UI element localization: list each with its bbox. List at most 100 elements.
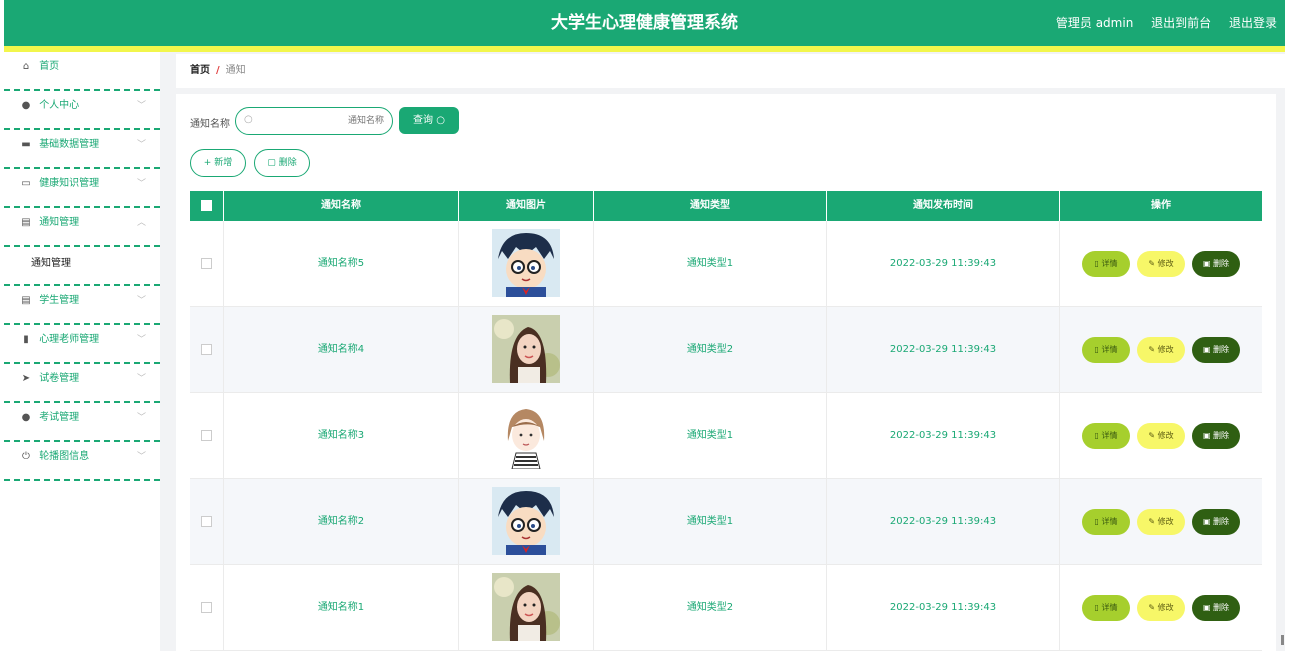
- add-button[interactable]: + 新增: [190, 149, 246, 177]
- edit-label: 修改: [1157, 259, 1174, 268]
- edit-button[interactable]: ✎ 修改: [1137, 337, 1185, 363]
- edit-button[interactable]: ✎ 修改: [1137, 251, 1185, 277]
- edit-label: 修改: [1157, 603, 1174, 612]
- sidebar-subitem-notice[interactable]: 通知管理: [4, 247, 160, 286]
- sidebar-item-papers[interactable]: ➤ 试卷管理 ﹀: [4, 364, 160, 403]
- breadcrumb: 首页 / 通知: [176, 54, 1290, 88]
- row-checkbox[interactable]: [201, 515, 212, 527]
- notice-name: 通知名称4: [224, 307, 459, 393]
- sidebar-item-label: 健康知识管理: [39, 178, 100, 189]
- chevron-down-icon: ﹀: [136, 374, 146, 384]
- sidebar-item-label: 基础数据管理: [39, 139, 100, 150]
- detail-button[interactable]: ▯ 详情: [1082, 423, 1130, 449]
- detail-label: 详情: [1101, 517, 1118, 526]
- sidebar-item-basic-data[interactable]: ▬ 基础数据管理 ﹀: [4, 130, 160, 169]
- row-checkbox[interactable]: [201, 601, 212, 613]
- table-header: 通知名称 通知图片 通知类型 通知发布时间 操作: [190, 191, 1262, 221]
- row-checkbox[interactable]: [201, 429, 212, 441]
- delete-button[interactable]: ▣ 删除: [1192, 337, 1240, 363]
- detail-label: 详情: [1101, 345, 1118, 354]
- girl-photo-image: [492, 573, 560, 641]
- sidebar: ⌂ 首页 ● 个人中心 ﹀ ▬ 基础数据管理 ﹀ ▭ 健康知识管理 ﹀ ▤ 通知…: [4, 52, 160, 651]
- sidebar-item-exams[interactable]: ● 考试管理 ﹀: [4, 403, 160, 442]
- row-checkbox[interactable]: [201, 343, 212, 355]
- sidebar-item-notice[interactable]: ▤ 通知管理 ︿: [4, 208, 160, 247]
- row-checkbox-cell: [190, 393, 224, 479]
- notice-type: 通知类型1: [594, 393, 827, 479]
- clipboard-icon: ▤: [21, 217, 31, 228]
- sidebar-item-label: 试卷管理: [39, 373, 80, 384]
- breadcrumb-home[interactable]: 首页: [190, 65, 210, 76]
- admin-label[interactable]: 管理员 admin: [1056, 16, 1133, 30]
- detail-label: 详情: [1101, 603, 1118, 612]
- notice-type: 通知类型1: [594, 479, 827, 565]
- search-label: 通知名称: [190, 119, 230, 130]
- sketch-girl-image: [492, 401, 560, 469]
- table-row: 通知名称5 通知类型1 2022-03-29 11:39:43 ▯ 详情 ✎ 修…: [190, 221, 1262, 307]
- girl-photo-image: [492, 315, 560, 383]
- column-header: 通知名称: [224, 191, 459, 221]
- sidebar-item-students[interactable]: ▤ 学生管理 ﹀: [4, 286, 160, 325]
- sidebar-item-teachers[interactable]: ▮ 心理老师管理 ﹀: [4, 325, 160, 364]
- sidebar-item-health-knowledge[interactable]: ▭ 健康知识管理 ﹀: [4, 169, 160, 208]
- delete-label: 删除: [1213, 517, 1230, 526]
- send-icon: ➤: [21, 373, 31, 384]
- scrollbar[interactable]: [1281, 635, 1284, 645]
- edit-button[interactable]: ✎ 修改: [1137, 595, 1185, 621]
- trash-icon: ▣: [1202, 603, 1211, 612]
- delete-label: 删除: [1213, 259, 1230, 268]
- detail-button[interactable]: ▯ 详情: [1082, 337, 1130, 363]
- delete-button[interactable]: ▣ 删除: [1192, 595, 1240, 621]
- sidebar-item-profile[interactable]: ● 个人中心 ﹀: [4, 91, 160, 130]
- sidebar-item-label: 学生管理: [39, 295, 80, 306]
- notice-image-cell: [459, 221, 594, 307]
- search-field[interactable]: ○: [235, 107, 393, 135]
- cartoon-boy-image: [492, 229, 560, 297]
- delete-label: 删除: [1213, 431, 1230, 440]
- row-checkbox[interactable]: [201, 257, 212, 269]
- chevron-down-icon: ﹀: [136, 452, 146, 462]
- select-all-checkbox[interactable]: [201, 199, 212, 211]
- detail-button[interactable]: ▯ 详情: [1082, 251, 1130, 277]
- add-button-label: 新增: [214, 158, 233, 168]
- notice-name: 通知名称5: [224, 221, 459, 307]
- notice-type: 通知类型1: [594, 221, 827, 307]
- plus-icon: +: [203, 158, 212, 168]
- sidebar-item-carousel[interactable]: ⏻ 轮播图信息 ﹀: [4, 442, 160, 481]
- table-row: 通知名称2 通知类型1 2022-03-29 11:39:43 ▯ 详情 ✎ 修…: [190, 479, 1262, 565]
- delete-button[interactable]: ▣ 删除: [1192, 423, 1240, 449]
- detail-label: 详情: [1101, 431, 1118, 440]
- edit-label: 修改: [1157, 431, 1174, 440]
- row-actions: ▯ 详情 ✎ 修改 ▣ 删除: [1060, 479, 1262, 565]
- notice-image-cell: [459, 393, 594, 479]
- notice-image-cell: [459, 565, 594, 651]
- pencil-icon: ✎: [1148, 517, 1156, 526]
- search-input[interactable]: [260, 112, 386, 130]
- pencil-icon: ✎: [1148, 259, 1156, 268]
- notice-name: 通知名称1: [224, 565, 459, 651]
- notice-table: 通知名称 通知图片 通知类型 通知发布时间 操作 通知名称5 通知类型1 202…: [190, 191, 1262, 651]
- detail-button[interactable]: ▯ 详情: [1082, 595, 1130, 621]
- back-to-front-link[interactable]: 退出到前台: [1151, 16, 1211, 30]
- chevron-up-icon: ︿: [136, 218, 146, 228]
- table-row: 通知名称3 通知类型1 2022-03-29 11:39:43 ▯ 详情 ✎ 修…: [190, 393, 1262, 479]
- cartoon-boy-image: [492, 487, 560, 555]
- delete-button[interactable]: ▣ 删除: [1192, 509, 1240, 535]
- logout-link[interactable]: 退出登录: [1229, 16, 1277, 30]
- delete-button[interactable]: ▣ 删除: [1192, 251, 1240, 277]
- trash-icon: ▢: [267, 158, 276, 168]
- notice-type: 通知类型2: [594, 565, 827, 651]
- edit-button[interactable]: ✎ 修改: [1137, 509, 1185, 535]
- column-header: 通知类型: [594, 191, 827, 221]
- search-button[interactable]: 查询 ○: [399, 107, 459, 134]
- sidebar-item-home[interactable]: ⌂ 首页: [4, 52, 160, 91]
- edit-button[interactable]: ✎ 修改: [1137, 423, 1185, 449]
- batch-delete-button[interactable]: ▢ 删除: [254, 149, 310, 177]
- briefcase-icon: ▬: [21, 139, 31, 150]
- table-row: 通知名称4 通知类型2 2022-03-29 11:39:43 ▯ 详情 ✎ 修…: [190, 307, 1262, 393]
- header-links: 管理员 admin 退出到前台 退出登录: [1042, 0, 1277, 46]
- breadcrumb-separator: /: [216, 65, 220, 76]
- detail-label: 详情: [1101, 259, 1118, 268]
- notice-time: 2022-03-29 11:39:43: [827, 221, 1060, 307]
- detail-button[interactable]: ▯ 详情: [1082, 509, 1130, 535]
